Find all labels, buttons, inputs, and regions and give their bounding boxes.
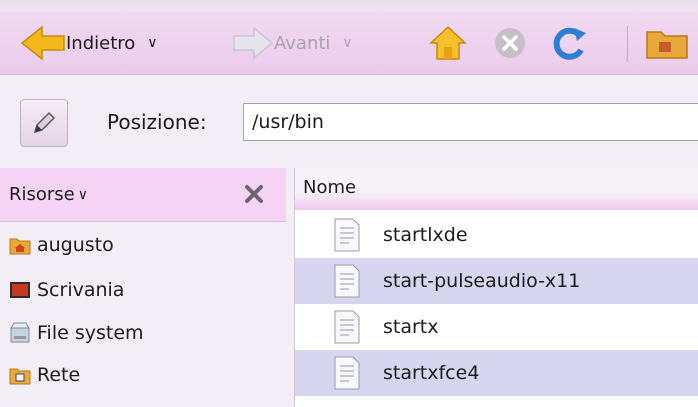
drive-icon: [9, 322, 37, 344]
computer-folder-button[interactable]: [645, 12, 689, 74]
file-list: Nome startlxde start-pulseaudio-x11 star…: [294, 168, 698, 407]
sidebar-item-augusto[interactable]: augusto: [9, 230, 114, 260]
forward-label: Avanti: [274, 32, 331, 54]
sidebar-item-file-system[interactable]: File system: [9, 318, 144, 348]
forward-dropdown-chevron-icon[interactable]: ∨: [342, 35, 352, 51]
stop-icon: [495, 28, 525, 58]
file-icon: [334, 356, 360, 390]
forward-button[interactable]: Avanti ∨: [232, 12, 353, 74]
sidebar-header: Risorse ∨: [0, 168, 286, 222]
file-row[interactable]: startx: [295, 304, 698, 350]
network-icon: [9, 364, 37, 386]
sidebar-item-scrivania[interactable]: Scrivania: [9, 275, 124, 305]
location-bar: Posizione:: [0, 82, 698, 168]
file-row[interactable]: startlxde: [295, 212, 698, 258]
file-name: start-pulseaudio-x11: [383, 270, 581, 292]
sidebar-item-label: augusto: [37, 234, 114, 256]
home-button[interactable]: [428, 12, 468, 74]
back-arrow-icon: [20, 25, 65, 61]
back-dropdown-chevron-icon[interactable]: ∨: [147, 35, 157, 51]
file-name: startlxde: [383, 224, 468, 246]
back-button[interactable]: Indietro ∨: [20, 12, 158, 74]
top-strip: [0, 0, 698, 12]
column-header-name[interactable]: Nome: [295, 168, 698, 210]
reload-icon: [553, 27, 586, 60]
chevron-down-icon: ∨: [77, 186, 89, 203]
file-icon: [334, 310, 360, 344]
sidebar-item-rete[interactable]: Rete: [9, 360, 80, 390]
file-icon: [334, 218, 360, 252]
back-label: Indietro: [66, 32, 136, 54]
reload-button[interactable]: [550, 12, 590, 74]
forward-arrow-icon: [233, 26, 274, 60]
sidebar-item-label: File system: [37, 322, 144, 344]
sidebar-item-label: Rete: [37, 364, 81, 386]
file-row[interactable]: start-pulseaudio-x11: [295, 258, 698, 304]
stop-button[interactable]: [492, 12, 528, 74]
sidebar-title: Risorse: [9, 184, 75, 205]
pencil-icon: [33, 111, 56, 134]
desktop-icon: [9, 279, 37, 301]
folder-icon: [646, 31, 688, 59]
sidebar: Risorse ∨ augusto Scrivania File system …: [0, 168, 286, 407]
close-pane-icon[interactable]: [243, 183, 265, 205]
file-name: startxfce4: [383, 362, 480, 384]
file-row[interactable]: startxfce4: [295, 350, 698, 396]
column-header-label: Nome: [303, 177, 357, 198]
home-folder-icon: [9, 234, 37, 256]
sidebar-item-label: Scrivania: [37, 279, 125, 301]
toolbar: Indietro ∨ Avanti ∨: [0, 12, 698, 75]
location-input[interactable]: [243, 103, 698, 141]
location-label: Posizione:: [107, 110, 207, 134]
toggle-location-edit-button[interactable]: [20, 99, 68, 147]
toolbar-separator: [627, 26, 628, 62]
home-icon: [429, 25, 467, 60]
file-icon: [334, 264, 360, 298]
file-name: startx: [383, 316, 439, 338]
sidebar-mode-dropdown[interactable]: Risorse ∨: [9, 184, 88, 205]
